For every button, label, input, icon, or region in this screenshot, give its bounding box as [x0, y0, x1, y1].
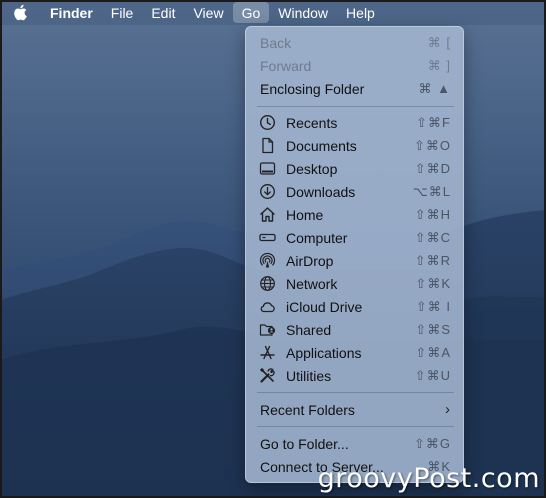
menu-item-label: Desktop	[286, 160, 338, 177]
menu-item-shared[interactable]: Shared ⇧⌘S	[246, 318, 463, 341]
menu-item-shortcut: ⌘ ]	[427, 57, 451, 73]
menu-window[interactable]: Window	[269, 0, 337, 25]
menu-item-label: Recents	[286, 114, 338, 131]
menu-item-label: iCloud Drive	[286, 298, 363, 315]
menu-item-computer[interactable]: Computer ⇧⌘C	[246, 226, 463, 249]
menu-item-back: Back ⌘ [	[246, 31, 463, 54]
menu-edit[interactable]: Edit	[142, 0, 184, 25]
download-icon	[260, 184, 275, 199]
menu-item-utilities[interactable]: Utilities ⇧⌘U	[246, 364, 463, 387]
menu-item-label: Forward	[260, 57, 312, 74]
menu-finder[interactable]: Finder	[40, 0, 102, 25]
menu-item-label: Enclosing Folder	[260, 80, 365, 97]
menu-item-shortcut: ⇧⌘S	[415, 321, 451, 337]
menu-item-shortcut: ⇧⌘C	[414, 229, 451, 245]
menu-item-go-to-folder[interactable]: Go to Folder... ⇧⌘G	[246, 432, 463, 455]
menu-item-shortcut: ⇧⌘O	[413, 137, 451, 153]
shared-folder-icon	[259, 324, 276, 336]
menu-item-label: Back	[260, 34, 292, 51]
menu-view[interactable]: View	[184, 0, 232, 25]
menu-item-shortcut: ⇧⌘F	[416, 114, 451, 130]
apple-logo-icon[interactable]	[0, 0, 40, 25]
menu-item-home[interactable]: Home ⇧⌘H	[246, 203, 463, 226]
menu-item-label: AirDrop	[286, 252, 334, 269]
menu-item-label: Network	[286, 275, 338, 292]
utilities-icon	[259, 367, 275, 383]
menu-item-network[interactable]: Network ⇧⌘K	[246, 272, 463, 295]
menu-item-applications[interactable]: Applications ⇧⌘A	[246, 341, 463, 364]
desktop-icon	[259, 162, 276, 175]
menu-item-shortcut: ⇧⌘D	[414, 160, 451, 176]
menu-separator	[257, 392, 454, 393]
menu-item-shortcut: ⇧⌘R	[414, 252, 451, 268]
watermark: groovyPost.com	[317, 463, 540, 494]
menu-item-downloads[interactable]: Downloads ⌥⌘L	[246, 180, 463, 203]
menu-item-label: Documents	[286, 137, 357, 154]
menu-separator	[257, 106, 454, 107]
chevron-right-icon: ›	[445, 401, 450, 418]
computer-icon	[259, 233, 276, 242]
menu-item-shortcut: ⇧⌘ I	[415, 298, 451, 314]
menu-separator	[257, 426, 454, 427]
menu-item-documents[interactable]: Documents ⇧⌘O	[246, 134, 463, 157]
menu-item-shortcut: ⇧⌘K	[415, 275, 451, 291]
menu-item-shortcut: ⇧⌘U	[414, 367, 451, 383]
menu-item-label: Home	[286, 206, 324, 223]
menu-item-shortcut: ⌘ ▲	[418, 80, 451, 96]
menu-item-label: Applications	[286, 344, 362, 361]
menu-item-recents[interactable]: Recents ⇧⌘F	[246, 111, 463, 134]
menu-file[interactable]: File	[102, 0, 143, 25]
menu-item-icloud-drive[interactable]: iCloud Drive ⇧⌘ I	[246, 295, 463, 318]
menu-item-shortcut: ⌘ [	[427, 34, 451, 50]
cloud-icon	[260, 302, 275, 313]
menu-item-label: Recent Folders	[260, 401, 355, 418]
menu-item-shortcut: ⌥⌘L	[412, 183, 451, 199]
menu-item-shortcut: ⇧⌘G	[413, 435, 451, 451]
menu-item-recent-folders[interactable]: Recent Folders ›	[246, 398, 463, 421]
menu-item-enclosing-folder[interactable]: Enclosing Folder ⌘ ▲	[246, 77, 463, 100]
clock-icon	[259, 114, 276, 131]
menu-item-shortcut: ⇧⌘A	[415, 344, 451, 360]
menu-item-desktop[interactable]: Desktop ⇧⌘D	[246, 157, 463, 180]
menu-item-forward: Forward ⌘ ]	[246, 54, 463, 77]
menu-item-shortcut: ⇧⌘H	[414, 206, 451, 222]
menu-item-label: Computer	[286, 229, 348, 246]
applications-icon	[260, 345, 275, 360]
menu-go[interactable]: Go	[232, 2, 270, 23]
globe-icon	[260, 276, 275, 291]
menu-item-label: Go to Folder...	[260, 435, 349, 452]
menu-item-label: Shared	[286, 321, 332, 338]
menu-item-label: Utilities	[286, 367, 332, 384]
menu-bar: Finder File Edit View Go Window Help	[0, 0, 546, 25]
go-menu-dropdown: Back ⌘ [ Forward ⌘ ] Enclosing Folder ⌘ …	[245, 26, 464, 483]
airdrop-icon	[259, 252, 276, 268]
document-icon	[262, 137, 274, 154]
menu-item-airdrop[interactable]: AirDrop ⇧⌘R	[246, 249, 463, 272]
menu-help[interactable]: Help	[337, 0, 384, 25]
home-icon	[260, 207, 275, 222]
menu-item-label: Downloads	[286, 183, 356, 200]
